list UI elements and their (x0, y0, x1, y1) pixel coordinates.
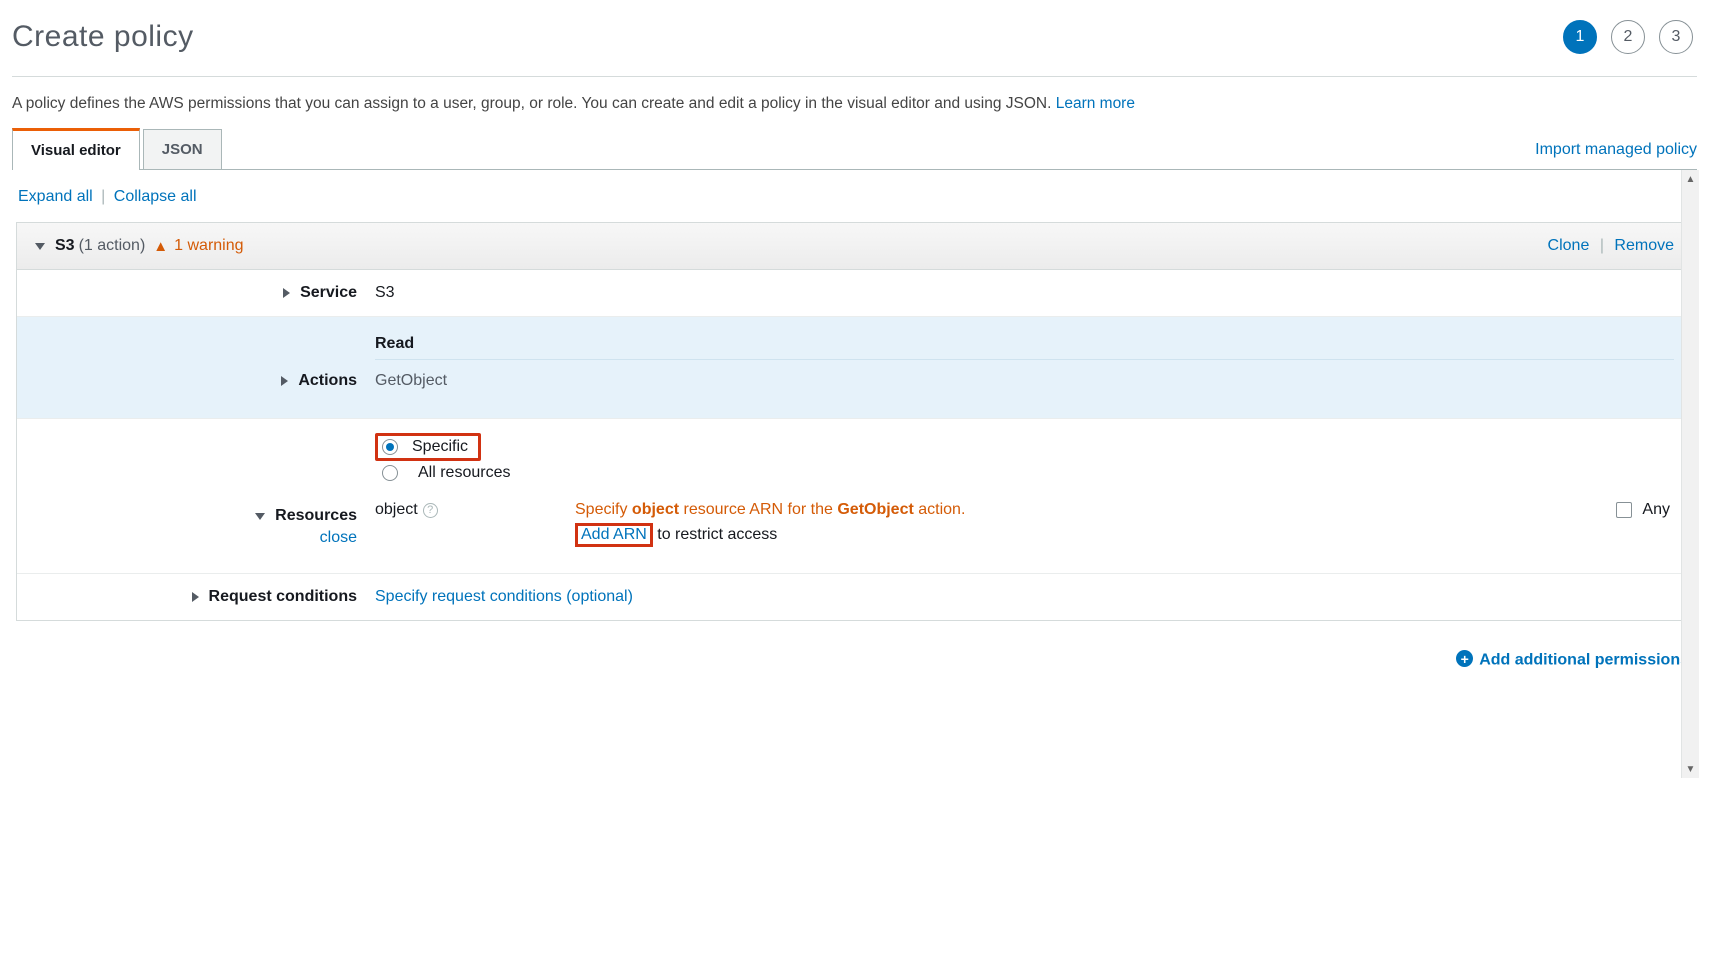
service-action-count: (1 action) (79, 237, 146, 255)
scroll-up-icon[interactable]: ▲ (1682, 170, 1699, 188)
expand-all-link[interactable]: Expand all (18, 188, 93, 205)
radio-specific[interactable] (382, 439, 398, 455)
any-checkbox[interactable] (1616, 502, 1632, 518)
tab-visual-editor[interactable]: Visual editor (12, 128, 140, 170)
plus-icon: + (1456, 650, 1473, 667)
remove-link[interactable]: Remove (1614, 237, 1674, 254)
resources-row-label: Resources (275, 507, 357, 525)
page-header: Create policy 1 2 3 (12, 10, 1697, 77)
scroll-down-icon[interactable]: ▼ (1682, 760, 1699, 778)
vertical-scrollbar[interactable]: ▲ ▼ (1681, 170, 1699, 778)
tab-bar: Visual editor JSON Import managed policy (12, 127, 1697, 170)
service-row-value: S3 (375, 284, 395, 301)
specify-arn-message: Specify object resource ARN for the GetO… (575, 501, 965, 519)
service-name: S3 (55, 237, 75, 255)
service-row-label: Service (300, 284, 357, 302)
add-additional-permissions[interactable]: +Add additional permissions (12, 621, 1697, 680)
import-managed-policy-link[interactable]: Import managed policy (1535, 141, 1697, 169)
intro-body: A policy defines the AWS permissions tha… (12, 95, 1056, 112)
caret-down-icon (35, 243, 45, 250)
caret-right-icon[interactable] (281, 376, 288, 386)
specify-conditions-link[interactable]: Specify request conditions (optional) (375, 588, 633, 605)
actions-name: GetObject (375, 360, 1674, 390)
service-block: S3 (1 action) ▲ 1 warning Clone | Remove… (16, 222, 1693, 621)
radio-all-resources[interactable] (382, 465, 398, 481)
row-service: Service S3 (17, 270, 1692, 317)
wizard-steps: 1 2 3 (1563, 20, 1697, 54)
highlight-add-arn: Add ARN (575, 523, 653, 547)
caret-right-icon[interactable] (283, 288, 290, 298)
object-label: object (375, 501, 418, 519)
warning-icon: ▲ (153, 238, 168, 255)
separator: | (101, 188, 105, 205)
actions-group: Read (375, 335, 1674, 360)
collapse-all-link[interactable]: Collapse all (114, 188, 197, 205)
help-icon[interactable]: ? (423, 503, 438, 518)
actions-row-label: Actions (298, 372, 357, 390)
row-request-conditions: Request conditions Specify request condi… (17, 574, 1692, 620)
clone-link[interactable]: Clone (1548, 237, 1590, 254)
step-3[interactable]: 3 (1659, 20, 1693, 54)
warning-text: 1 warning (174, 237, 243, 255)
row-resources: Resources close Specific (17, 419, 1692, 574)
page-title: Create policy (12, 20, 194, 54)
add-arn-link[interactable]: Add ARN (581, 526, 647, 543)
step-1[interactable]: 1 (1563, 20, 1597, 54)
radio-specific-label: Specific (412, 438, 468, 456)
intro-text: A policy defines the AWS permissions tha… (12, 77, 1697, 127)
service-header[interactable]: S3 (1 action) ▲ 1 warning Clone | Remove (17, 223, 1692, 270)
resources-close-link[interactable]: close (320, 529, 357, 547)
tab-json[interactable]: JSON (143, 129, 222, 169)
caret-right-icon[interactable] (192, 592, 199, 602)
highlight-specific: Specific (375, 433, 481, 461)
caret-down-icon[interactable] (255, 513, 265, 520)
conditions-row-label: Request conditions (209, 588, 357, 606)
any-label: Any (1642, 501, 1670, 519)
restrict-text: to restrict access (653, 526, 777, 543)
radio-all-label: All resources (418, 464, 510, 482)
row-actions: Actions Read GetObject (17, 317, 1692, 419)
separator: | (1600, 237, 1604, 254)
expand-collapse-toolbar: Expand all | Collapse all (12, 188, 1697, 222)
learn-more-link[interactable]: Learn more (1056, 95, 1135, 112)
step-2[interactable]: 2 (1611, 20, 1645, 54)
